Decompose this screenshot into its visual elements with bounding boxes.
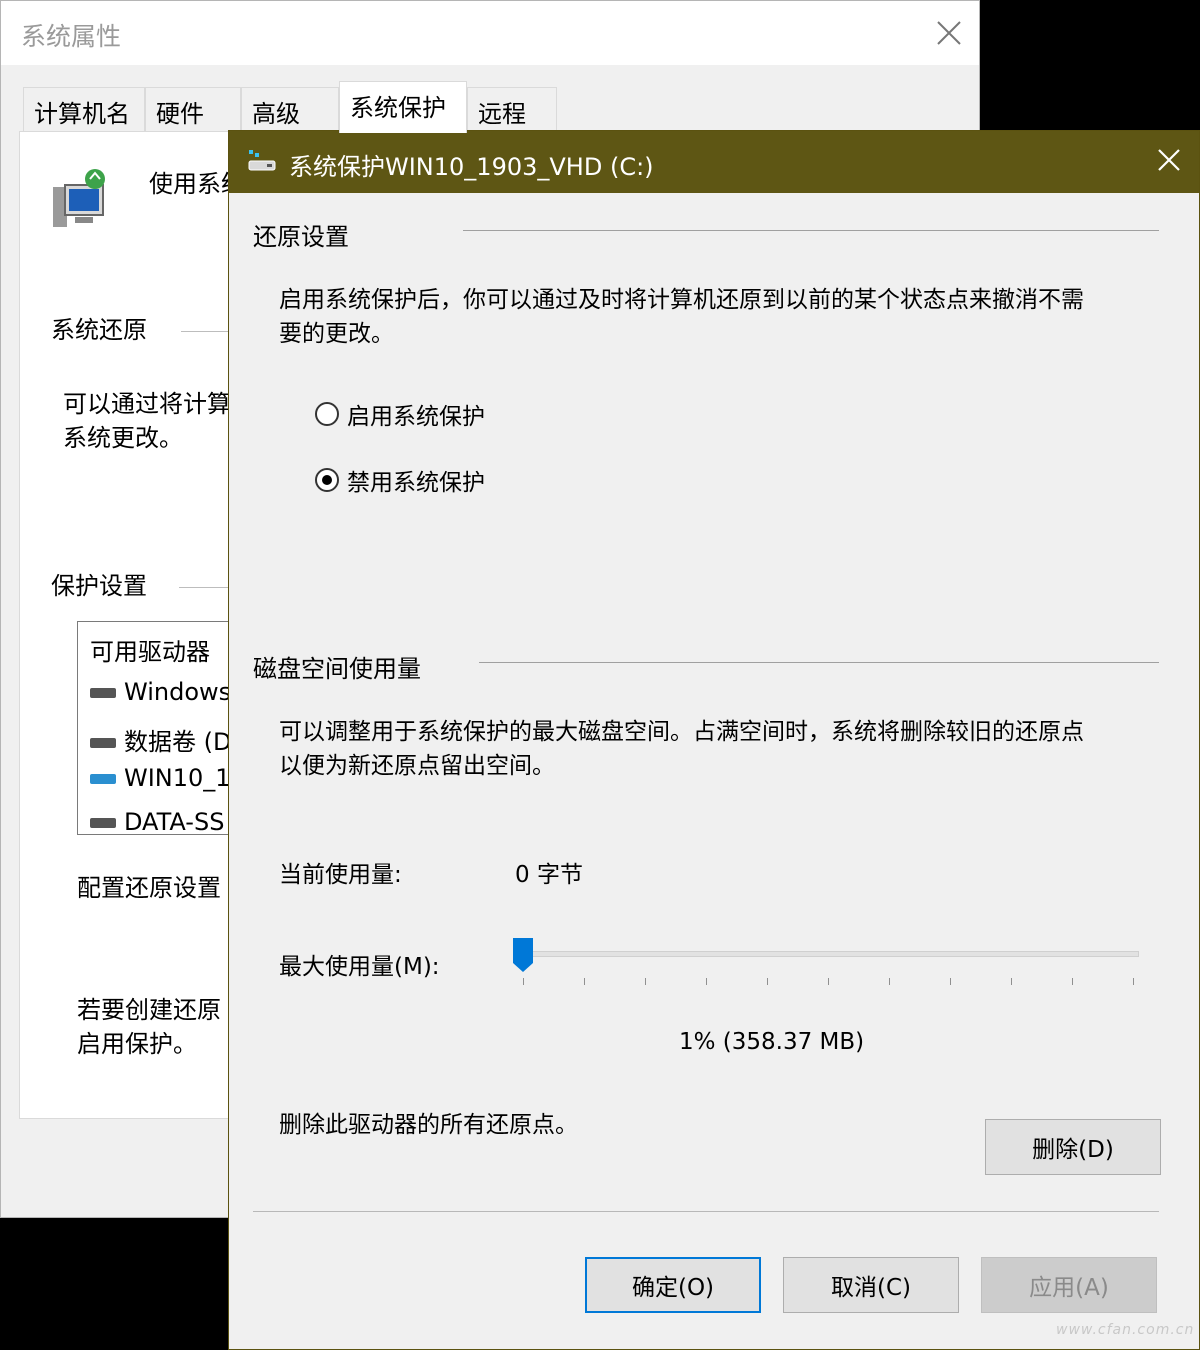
enable-protection-label: 启用系统保护: [347, 404, 485, 430]
tab-advanced[interactable]: 高级: [241, 87, 339, 131]
tab-remote[interactable]: 远程: [467, 87, 557, 131]
configure-text: 配置还原设置: [77, 874, 221, 902]
tab-computer-name[interactable]: 计算机名: [23, 87, 145, 131]
slider-thumb[interactable]: [512, 937, 534, 973]
disk-usage-label: 磁盘空间使用量: [253, 655, 421, 683]
close-icon: [937, 21, 961, 45]
slider-tick: [706, 978, 707, 985]
system-restore-desc: 可以通过将计算 系统更改。: [63, 390, 231, 452]
apply-button[interactable]: 应用(A): [981, 1257, 1157, 1313]
cancel-button[interactable]: 取消(C): [783, 1257, 959, 1313]
ok-button[interactable]: 确定(O): [585, 1257, 761, 1313]
computer-restore-icon: [53, 169, 105, 227]
disk-usage-desc: 可以调整用于系统保护的最大磁盘空间。占满空间时，系统将删除较旧的还原点 以便为新…: [279, 719, 1084, 779]
tab-hardware[interactable]: 硬件: [145, 87, 241, 131]
dialog-close-button[interactable]: [1145, 137, 1193, 185]
max-usage-label: 最大使用量(M):: [279, 954, 440, 980]
slider-tick: [950, 978, 951, 985]
drive-icon: [90, 818, 116, 828]
back-titlebar: 系统属性: [1, 1, 979, 65]
max-usage-value: 1% (358.37 MB): [679, 1029, 865, 1055]
delete-button[interactable]: 删除(D): [985, 1119, 1161, 1175]
current-usage-label: 当前使用量:: [279, 862, 402, 888]
slider-tick: [1072, 978, 1073, 985]
watermark: www.cfan.com.cn: [1056, 1322, 1195, 1338]
current-usage-value: 0 字节: [515, 862, 583, 888]
max-usage-slider[interactable]: [519, 951, 1139, 957]
drive-item[interactable]: DATA-SS: [90, 808, 224, 836]
drive-list-header: 可用驱动器: [90, 638, 210, 666]
tab-system-protection[interactable]: 系统保护: [339, 81, 467, 133]
back-window-title: 系统属性: [21, 22, 122, 51]
slider-tick: [767, 978, 768, 985]
drive-item[interactable]: 数据卷 (D: [90, 722, 231, 757]
restore-settings-desc: 启用系统保护后，你可以通过及时将计算机还原到以前的某个状态点来撤消不需 要的更改…: [279, 287, 1084, 347]
drive-icon: [248, 150, 276, 171]
disable-protection-label: 禁用系统保护: [347, 470, 485, 496]
system-drive-icon: [90, 774, 116, 784]
radio-circle-checked: [315, 468, 339, 492]
back-close-button[interactable]: [923, 9, 973, 57]
restore-settings-label: 还原设置: [253, 223, 349, 251]
divider: [179, 587, 231, 588]
divider: [253, 1211, 1159, 1212]
enable-protection-radio[interactable]: 启用系统保护: [315, 397, 485, 431]
slider-tick: [1011, 978, 1012, 985]
create-text: 若要创建还原 启用保护。: [77, 996, 221, 1058]
divider: [479, 662, 1159, 663]
drive-item-selected[interactable]: WIN10_1: [90, 764, 231, 792]
slider-tick: [1133, 978, 1134, 985]
protection-settings-label: 保护设置: [51, 572, 147, 600]
divider: [181, 331, 231, 332]
system-protection-dialog: 系统保护WIN10_1903_VHD (C:) 还原设置 启用系统保护后，你可以…: [228, 130, 1200, 1350]
drive-icon: [90, 688, 116, 698]
system-restore-label: 系统还原: [51, 316, 147, 344]
dialog-titlebar: 系统保护WIN10_1903_VHD (C:): [229, 131, 1199, 193]
slider-tick: [828, 978, 829, 985]
dialog-title: 系统保护WIN10_1903_VHD (C:): [289, 153, 654, 181]
slider-tick: [523, 978, 524, 985]
drive-icon: [90, 738, 116, 748]
drive-item[interactable]: Windows: [90, 678, 231, 706]
close-icon: [1158, 149, 1180, 171]
delete-restore-points-text: 删除此驱动器的所有还原点。: [279, 1112, 578, 1138]
divider: [463, 230, 1159, 231]
slider-tick: [645, 978, 646, 985]
slider-tick: [889, 978, 890, 985]
disable-protection-radio[interactable]: 禁用系统保护: [315, 463, 485, 497]
radio-circle: [315, 402, 339, 426]
slider-tick: [584, 978, 585, 985]
